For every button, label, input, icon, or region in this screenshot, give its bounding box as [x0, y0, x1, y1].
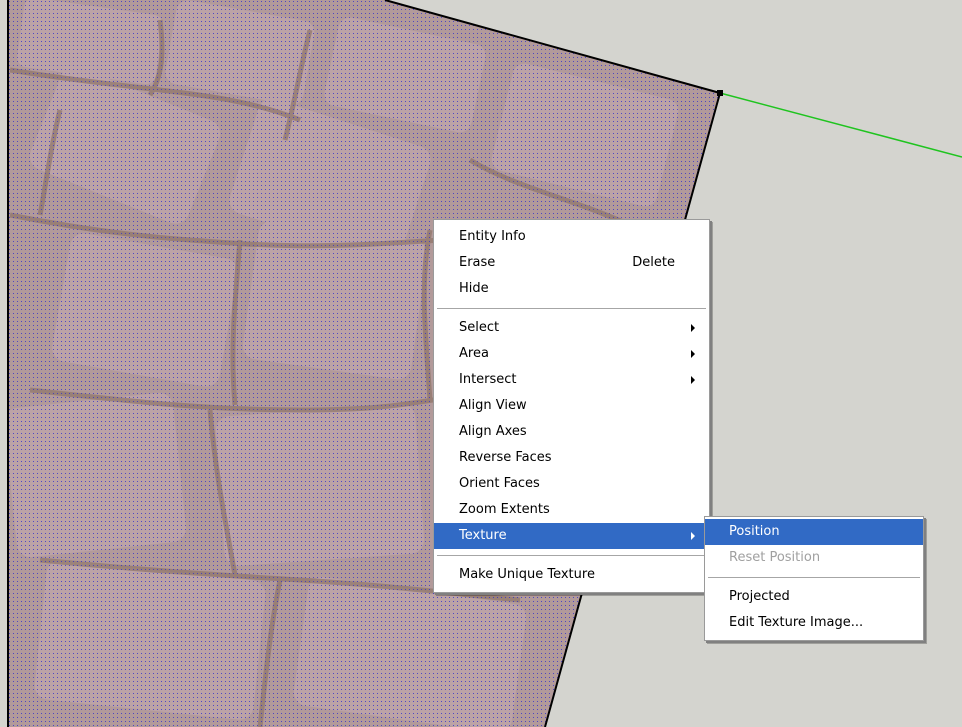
- menu-item-label: Hide: [459, 281, 489, 296]
- submenu-arrow-icon: [691, 532, 695, 540]
- submenu-item-projected[interactable]: Projected: [705, 584, 923, 610]
- menu-item-make-unique-texture[interactable]: Make Unique Texture: [434, 562, 709, 588]
- submenu-arrow-icon: [691, 376, 695, 384]
- menu-item-label: Make Unique Texture: [459, 567, 595, 582]
- menu-item-select[interactable]: Select: [434, 315, 709, 341]
- menu-item-entity-info[interactable]: Entity Info: [434, 224, 709, 250]
- menu-item-label: Position: [729, 524, 780, 539]
- menu-item-label: Reverse Faces: [459, 450, 552, 465]
- menu-separator: [708, 577, 920, 578]
- submenu-item-reset-position: Reset Position: [705, 545, 923, 571]
- menu-item-label: Intersect: [459, 372, 517, 387]
- menu-item-area[interactable]: Area: [434, 341, 709, 367]
- menu-item-label: Align Axes: [459, 424, 527, 439]
- menu-item-zoom-extents[interactable]: Zoom Extents: [434, 497, 709, 523]
- menu-item-align-axes[interactable]: Align Axes: [434, 419, 709, 445]
- menu-item-label: Zoom Extents: [459, 502, 550, 517]
- menu-item-label: Area: [459, 346, 489, 361]
- menu-item-texture[interactable]: Texture: [434, 523, 709, 549]
- menu-separator: [437, 555, 706, 556]
- menu-item-label: Select: [459, 320, 500, 335]
- menu-item-label: Entity Info: [459, 229, 526, 244]
- vertex-point[interactable]: [717, 90, 723, 96]
- menu-item-label: Erase: [459, 255, 496, 270]
- menu-item-intersect[interactable]: Intersect: [434, 367, 709, 393]
- menu-item-orient-faces[interactable]: Orient Faces: [434, 471, 709, 497]
- menu-separator: [437, 308, 706, 309]
- context-menu: Entity Info Erase Delete Hide Select Area…: [433, 219, 710, 593]
- menu-item-reverse-faces[interactable]: Reverse Faces: [434, 445, 709, 471]
- menu-item-erase[interactable]: Erase Delete: [434, 250, 709, 276]
- menu-item-label: Align View: [459, 398, 527, 413]
- menu-item-label: Projected: [729, 589, 790, 604]
- menu-item-label: Texture: [459, 528, 507, 543]
- menu-item-label: Edit Texture Image...: [729, 615, 864, 630]
- submenu-item-edit-texture-image[interactable]: Edit Texture Image...: [705, 610, 923, 636]
- menu-item-align-view[interactable]: Align View: [434, 393, 709, 419]
- menu-item-shortcut: Delete: [632, 255, 675, 270]
- menu-item-label: Reset Position: [729, 550, 821, 565]
- menu-item-hide[interactable]: Hide: [434, 276, 709, 302]
- texture-submenu: Position Reset Position Projected Edit T…: [704, 516, 924, 641]
- menu-item-label: Orient Faces: [459, 476, 540, 491]
- submenu-arrow-icon: [691, 324, 695, 332]
- green-axis-line: [719, 92, 962, 158]
- submenu-item-position[interactable]: Position: [705, 519, 923, 545]
- submenu-arrow-icon: [691, 350, 695, 358]
